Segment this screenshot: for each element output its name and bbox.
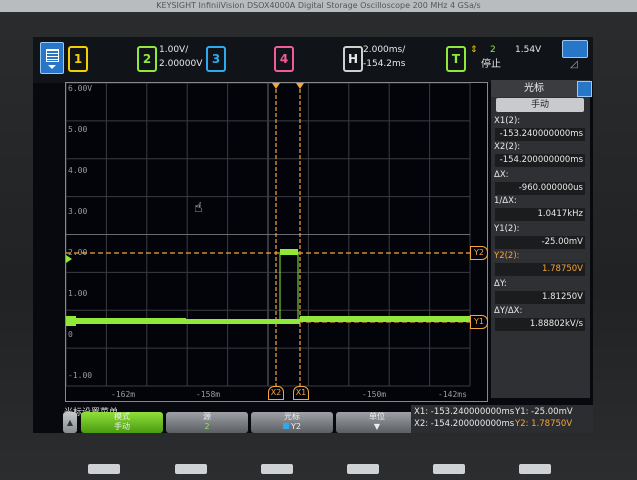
y1-value: -25.00mV bbox=[495, 236, 585, 249]
dydx-value: 1.88802kV/s bbox=[495, 318, 585, 331]
trigger-source: 2 bbox=[490, 45, 496, 55]
cursors-softkey-label: 光标 bbox=[284, 412, 300, 421]
menu-icon bbox=[46, 49, 59, 62]
units-softkey-arrow-icon: ▼ bbox=[373, 422, 381, 431]
cursors-softkey-value: Y2 bbox=[251, 422, 333, 432]
x-axis-label: -142ms bbox=[438, 390, 467, 399]
main-menu-button[interactable] bbox=[40, 42, 64, 74]
waveform-svg: 6.00V5.004.003.002.001.000-1.00 -162m -15… bbox=[66, 83, 471, 399]
physical-softkey-1[interactable] bbox=[88, 464, 120, 474]
y-axis-label: 5.00 bbox=[68, 125, 87, 134]
physical-softkey-3[interactable] bbox=[261, 464, 293, 474]
y1-cursor-marker[interactable]: Y1 bbox=[470, 315, 488, 329]
y1-label: Y1(2): bbox=[494, 224, 520, 234]
readout-x2: X2: -154.200000000ms bbox=[414, 419, 515, 429]
dx-value: -960.000000us bbox=[495, 182, 585, 195]
trigger-button[interactable]: T bbox=[446, 46, 466, 72]
x-axis-label: -150m bbox=[362, 390, 386, 399]
channel-2-ground-marker bbox=[66, 316, 76, 326]
y-axis-label: -1.00 bbox=[68, 371, 92, 380]
cursor-readout: X1: -153.240000000ms X2: -154.200000000m… bbox=[411, 405, 593, 433]
chevron-down-icon bbox=[48, 65, 56, 69]
oscilloscope-screen: 1 2 1.00V/ 2.00000V 3 4 H 2.000ms/ -154.… bbox=[33, 37, 593, 433]
y-axis-label: 1.00 bbox=[68, 289, 87, 298]
time-delay: -154.2ms bbox=[363, 59, 406, 69]
time-scale: 2.000ms/ bbox=[363, 45, 406, 55]
y2-cursor-marker[interactable]: Y2 bbox=[470, 246, 488, 260]
mode-softkey-label: 模式 bbox=[114, 412, 130, 421]
x2-cursor-marker[interactable]: X2 bbox=[268, 386, 284, 400]
source-softkey-value: 2 bbox=[204, 422, 210, 431]
x-axis-label: -158m bbox=[196, 390, 220, 399]
cursor-select-icon bbox=[283, 423, 289, 429]
y-axis-label: 4.00 bbox=[68, 166, 87, 175]
channel-3-button[interactable]: 3 bbox=[206, 46, 226, 72]
display-icon[interactable] bbox=[562, 40, 588, 58]
cursor-mode-button[interactable]: 手动 bbox=[496, 98, 584, 112]
channel-4-button[interactable]: 4 bbox=[274, 46, 294, 72]
inv-dx-value: 1.0417kHz bbox=[495, 208, 585, 221]
physical-softkey-6[interactable] bbox=[519, 464, 551, 474]
cursor-panel-title: 光标 bbox=[491, 80, 577, 97]
y-axis-label: 3.00 bbox=[68, 207, 87, 216]
panel-menu-icon[interactable] bbox=[577, 81, 592, 97]
readout-y2: Y2: 1.78750V bbox=[515, 419, 573, 429]
units-softkey[interactable]: 单位 ▼ bbox=[336, 412, 418, 433]
x-axis-label: -162m bbox=[111, 390, 135, 399]
readout-y1: Y1: -25.00mV bbox=[515, 407, 573, 417]
x1-label: X1(2): bbox=[494, 116, 521, 126]
units-softkey-label: 单位 bbox=[369, 412, 385, 421]
ch2-scale: 1.00V/ bbox=[159, 45, 189, 55]
readout-x1: X1: -153.240000000ms bbox=[414, 407, 515, 417]
dx-label: ΔX: bbox=[494, 170, 509, 180]
physical-softkey-2[interactable] bbox=[175, 464, 207, 474]
y2-value: 1.78750V bbox=[495, 263, 585, 276]
y-axis-label: 0 bbox=[68, 330, 73, 339]
cursor-select-text: Y2 bbox=[291, 422, 301, 431]
channel-1-button[interactable]: 1 bbox=[68, 46, 88, 72]
x1-marker-top-icon bbox=[296, 83, 304, 89]
source-softkey[interactable]: 源 2 bbox=[166, 412, 248, 433]
physical-softkey-4[interactable] bbox=[347, 464, 379, 474]
channel-2-button[interactable]: 2 bbox=[137, 46, 157, 72]
gridlines bbox=[66, 83, 471, 387]
delta-icon[interactable]: ◿ bbox=[562, 59, 586, 73]
bezel-label: KEYSIGHT InfiniiVision DSOX4000A Digital… bbox=[0, 0, 637, 12]
back-up-icon[interactable]: ▲ bbox=[63, 412, 77, 433]
y2-label: Y2(2): bbox=[494, 251, 520, 261]
cursor-panel: 光标 手动 X1(2): -153.240000000ms X2(2): -15… bbox=[491, 80, 592, 398]
acquisition-status: 停止 bbox=[481, 59, 501, 70]
inv-dx-label: 1/ΔX: bbox=[494, 196, 517, 206]
physical-softkey-5[interactable] bbox=[433, 464, 465, 474]
x-axis-labels: -162m -158m -150m -142ms bbox=[111, 390, 467, 399]
y-axis-labels: 6.00V5.004.003.002.001.000-1.00 bbox=[68, 84, 92, 380]
status-bar: 1 2 1.00V/ 2.00000V 3 4 H 2.000ms/ -154.… bbox=[33, 37, 593, 83]
hand-cursor-icon: ☝ bbox=[194, 200, 203, 216]
x2-label: X2(2): bbox=[494, 142, 521, 152]
x2-value: -154.200000000ms bbox=[495, 154, 585, 167]
waveform-graticule: 6.00V 5.00 4.00 3.00 2.00 1.00 0 -1.00 -162m -15… bbox=[65, 82, 488, 402]
trigger-level: 1.54V bbox=[515, 45, 542, 55]
x2-marker-top-icon bbox=[272, 83, 280, 89]
dydx-label: ΔY/ΔX: bbox=[494, 306, 523, 316]
x1-cursor-marker[interactable]: X1 bbox=[293, 386, 309, 400]
mode-softkey[interactable]: 模式 手动 bbox=[81, 412, 163, 433]
horizontal-button[interactable]: H bbox=[343, 46, 363, 72]
mode-softkey-value: 手动 bbox=[114, 422, 130, 431]
trigger-slope-icon: ⇕ bbox=[470, 45, 478, 55]
source-softkey-label: 源 bbox=[203, 412, 211, 421]
dy-value: 1.81250V bbox=[495, 291, 585, 304]
dy-label: ΔY: bbox=[494, 279, 507, 289]
ch2-offset: 2.00000V bbox=[159, 59, 203, 69]
x1-value: -153.240000000ms bbox=[495, 128, 585, 141]
y-axis-label: 6.00V bbox=[68, 84, 92, 93]
cursors-softkey[interactable]: 光标 Y2 bbox=[251, 412, 333, 433]
